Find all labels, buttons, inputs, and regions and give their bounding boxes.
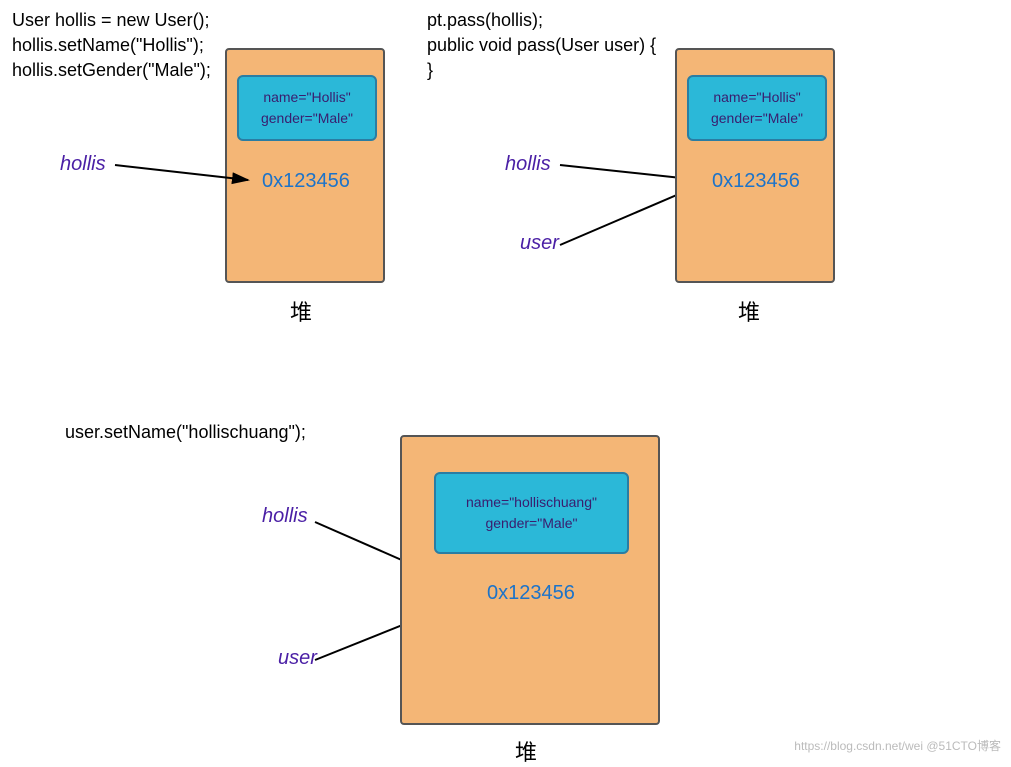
watermark: https://blog.csdn.net/wei @51CTO博客	[794, 737, 1001, 754]
address-2: 0x123456	[712, 170, 800, 193]
heap-label-1: 堆	[290, 295, 312, 327]
code-panel-1: User hollis = new User(); hollis.setName…	[12, 8, 211, 84]
address-3: 0x123456	[487, 582, 575, 605]
address-1: 0x123456	[262, 170, 350, 193]
object-box-2: name="Hollis" gender="Male"	[687, 75, 827, 141]
var-hollis-1: hollis	[60, 153, 106, 176]
var-hollis-3: hollis	[262, 505, 308, 528]
heap-label-3: 堆	[515, 735, 537, 767]
heap-box-2: name="Hollis" gender="Male" 0x123456	[675, 48, 835, 283]
heap-box-3: name="hollischuang" gender="Male" 0x1234…	[400, 435, 660, 725]
object-field-gender: gender="Male"	[446, 513, 617, 534]
var-user-3: user	[278, 647, 317, 670]
object-field-name: name="hollischuang"	[446, 492, 617, 513]
object-field-gender: gender="Male"	[249, 108, 365, 129]
var-hollis-2: hollis	[505, 153, 551, 176]
object-box-3: name="hollischuang" gender="Male"	[434, 472, 629, 554]
object-field-name: name="Hollis"	[699, 87, 815, 108]
heap-label-2: 堆	[738, 295, 760, 327]
object-field-name: name="Hollis"	[249, 87, 365, 108]
var-user-2: user	[520, 232, 559, 255]
code-panel-3: user.setName("hollischuang");	[65, 420, 306, 445]
object-box-1: name="Hollis" gender="Male"	[237, 75, 377, 141]
heap-box-1: name="Hollis" gender="Male" 0x123456	[225, 48, 385, 283]
object-field-gender: gender="Male"	[699, 108, 815, 129]
code-panel-2: pt.pass(hollis); public void pass(User u…	[427, 8, 656, 84]
